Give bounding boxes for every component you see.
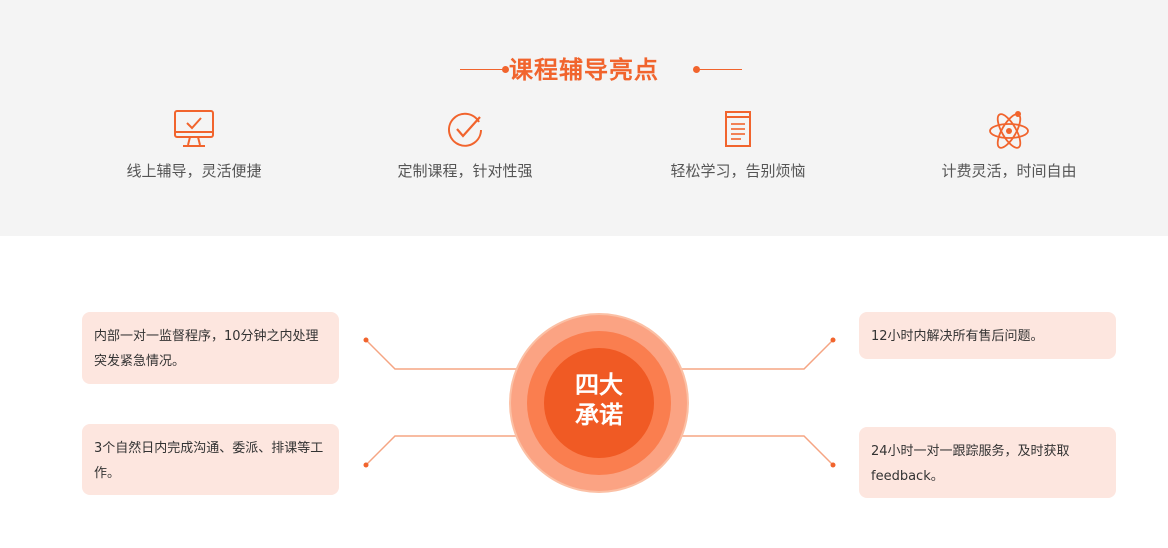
promise-card-top-right: 12小时内解决所有售后问题。 bbox=[859, 312, 1116, 359]
connector-bottom-left bbox=[365, 435, 520, 466]
connector-bottom-right bbox=[680, 435, 834, 466]
promise-card-bottom-left: 3个自然日内完成沟通、委派、排课等工作。 bbox=[82, 424, 339, 495]
connector-dot bbox=[830, 337, 836, 343]
center-title-line2: 承诺 bbox=[575, 401, 623, 429]
connector-top-right bbox=[680, 339, 834, 370]
center-title-line1: 四大 bbox=[575, 371, 623, 399]
center-title: 四大 承诺 bbox=[545, 370, 653, 430]
promise-card-top-left: 内部一对一监督程序，10分钟之内处理突发紧急情况。 bbox=[82, 312, 339, 384]
connector-dot bbox=[830, 462, 836, 468]
connector-dot bbox=[363, 337, 369, 343]
connector-dot bbox=[363, 462, 369, 468]
promise-card-bottom-right: 24小时一对一跟踪服务，及时获取feedback。 bbox=[859, 427, 1116, 498]
connector-top-left bbox=[365, 339, 520, 370]
